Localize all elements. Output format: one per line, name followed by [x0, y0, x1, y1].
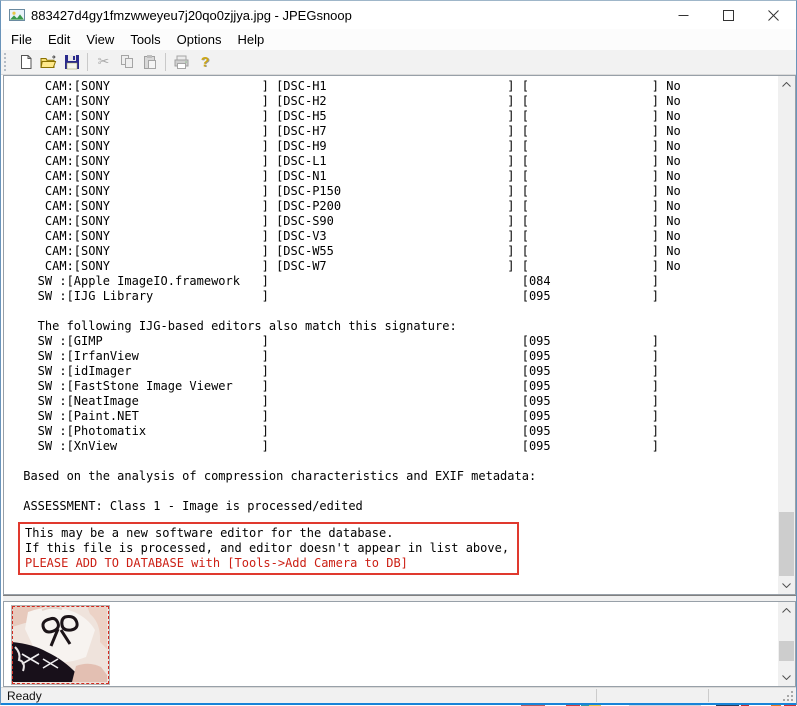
report-line: SW :[Photomatix ] [095 ] [16, 424, 778, 439]
report-pane[interactable]: CAM:[SONY ] [DSC-H1 ] [ ] No CAM:[SONY ]… [3, 75, 796, 595]
help-question-icon: ? ? [197, 54, 213, 70]
report-scrollbar[interactable] [778, 76, 795, 594]
report-line: Based on the analysis of compression cha… [16, 469, 778, 484]
status-pane-divider [708, 689, 709, 702]
open-folder-icon [40, 54, 57, 70]
jpegsnoop-window: 883427d4gy1fmzwweyeu7j20qo0zjjya.jpg - J… [0, 0, 797, 705]
window-controls [661, 1, 796, 29]
report-line: CAM:[SONY ] [DSC-S90 ] [ ] No [16, 214, 778, 229]
alert-line: If this file is processed, and editor do… [25, 541, 509, 556]
maximize-icon [723, 10, 734, 21]
report-line: SW :[IJG Library ] [095 ] [16, 289, 778, 304]
chevron-down-icon [782, 675, 791, 680]
new-document-icon [18, 54, 34, 70]
menu-item-file[interactable]: File [3, 30, 40, 49]
database-alert-box: This may be a new software editor for th… [18, 522, 519, 575]
alert-line: This may be a new software editor for th… [25, 526, 509, 541]
close-button[interactable] [751, 1, 796, 29]
copy-button[interactable] [115, 51, 138, 73]
thumbnail-photo [12, 606, 107, 682]
report-line: CAM:[SONY ] [DSC-H5 ] [ ] No [16, 109, 778, 124]
chevron-up-icon [782, 82, 791, 87]
report-line: ASSESSMENT: Class 1 - Image is processed… [16, 499, 778, 514]
jpegsnoop-app-icon [9, 7, 25, 23]
menu-item-view[interactable]: View [78, 30, 122, 49]
paste-button[interactable] [138, 51, 161, 73]
report-line: SW :[idImager ] [095 ] [16, 364, 778, 379]
report-line: CAM:[SONY ] [DSC-W55 ] [ ] No [16, 244, 778, 259]
report-line: CAM:[SONY ] [DSC-W7 ] [ ] No [16, 259, 778, 274]
scroll-down-button[interactable] [778, 577, 795, 594]
report-line: CAM:[SONY ] [DSC-L1 ] [ ] No [16, 154, 778, 169]
report-line: SW :[Apple ImageIO.framework ] [084 ] [16, 274, 778, 289]
scroll-up-button[interactable] [778, 602, 795, 619]
paste-clipboard-icon [142, 54, 158, 70]
menu-bar: File Edit View Tools Options Help [1, 29, 796, 50]
window-title: 883427d4gy1fmzwweyeu7j20qo0zjjya.jpg - J… [31, 8, 352, 23]
report-line: CAM:[SONY ] [DSC-H1 ] [ ] No [16, 79, 778, 94]
status-pane-divider [596, 689, 597, 702]
report-line: CAM:[SONY ] [DSC-V3 ] [ ] No [16, 229, 778, 244]
chevron-down-icon [782, 583, 791, 588]
report-line: CAM:[SONY ] [DSC-H7 ] [ ] No [16, 124, 778, 139]
scrollbar-thumb[interactable] [779, 512, 794, 576]
report-line: CAM:[SONY ] [DSC-H9 ] [ ] No [16, 139, 778, 154]
report-line [16, 484, 778, 499]
report-line: SW :[FastStone Image Viewer ] [095 ] [16, 379, 778, 394]
status-text: Ready [7, 689, 42, 703]
help-button[interactable]: ? ? [193, 51, 216, 73]
chevron-up-icon [782, 608, 791, 613]
save-button[interactable] [60, 51, 83, 73]
toolbar-separator [165, 53, 166, 71]
copy-icon [119, 54, 135, 70]
image-preview-pane [3, 601, 796, 687]
report-line: SW :[NeatImage ] [095 ] [16, 394, 778, 409]
menu-item-tools[interactable]: Tools [122, 30, 168, 49]
minimize-icon [678, 10, 689, 21]
scrollbar-thumb[interactable] [779, 641, 794, 661]
report-line [16, 454, 778, 469]
image-thumbnail[interactable] [11, 605, 110, 685]
scroll-up-button[interactable] [778, 76, 795, 93]
svg-text:?: ? [200, 54, 209, 70]
menu-item-options[interactable]: Options [169, 30, 230, 49]
save-floppy-icon [64, 54, 80, 70]
alert-line-highlight: PLEASE ADD TO DATABASE with [Tools->Add … [25, 556, 509, 571]
open-file-button[interactable] [37, 51, 60, 73]
cut-scissors-icon: ✂ [98, 54, 110, 70]
report-line: SW :[GIMP ] [095 ] [16, 334, 778, 349]
report-line: The following IJG-based editors also mat… [16, 319, 778, 334]
report-text: CAM:[SONY ] [DSC-H1 ] [ ] No CAM:[SONY ]… [4, 76, 778, 594]
report-line: CAM:[SONY ] [DSC-N1 ] [ ] No [16, 169, 778, 184]
resize-grip[interactable] [781, 689, 794, 702]
report-line: CAM:[SONY ] [DSC-P200 ] [ ] No [16, 199, 778, 214]
close-icon [768, 10, 779, 21]
print-icon [173, 54, 190, 70]
report-line: SW :[IrfanView ] [095 ] [16, 349, 778, 364]
maximize-button[interactable] [706, 1, 751, 29]
toolbar: ✂ ? ? [1, 50, 796, 75]
title-bar: 883427d4gy1fmzwweyeu7j20qo0zjjya.jpg - J… [1, 1, 796, 29]
new-file-button[interactable] [14, 51, 37, 73]
cut-button[interactable]: ✂ [92, 51, 115, 73]
status-bar: Ready [1, 687, 796, 703]
print-button[interactable] [170, 51, 193, 73]
report-line: CAM:[SONY ] [DSC-P150 ] [ ] No [16, 184, 778, 199]
toolbar-gripper[interactable] [4, 53, 9, 71]
report-line: SW :[Paint.NET ] [095 ] [16, 409, 778, 424]
menu-item-edit[interactable]: Edit [40, 30, 78, 49]
toolbar-separator [87, 53, 88, 71]
menu-item-help[interactable]: Help [229, 30, 272, 49]
report-line [16, 304, 778, 319]
scroll-down-button[interactable] [778, 669, 795, 686]
minimize-button[interactable] [661, 1, 706, 29]
report-line: CAM:[SONY ] [DSC-H2 ] [ ] No [16, 94, 778, 109]
report-line: SW :[XnView ] [095 ] [16, 439, 778, 454]
preview-scrollbar[interactable] [778, 602, 795, 686]
